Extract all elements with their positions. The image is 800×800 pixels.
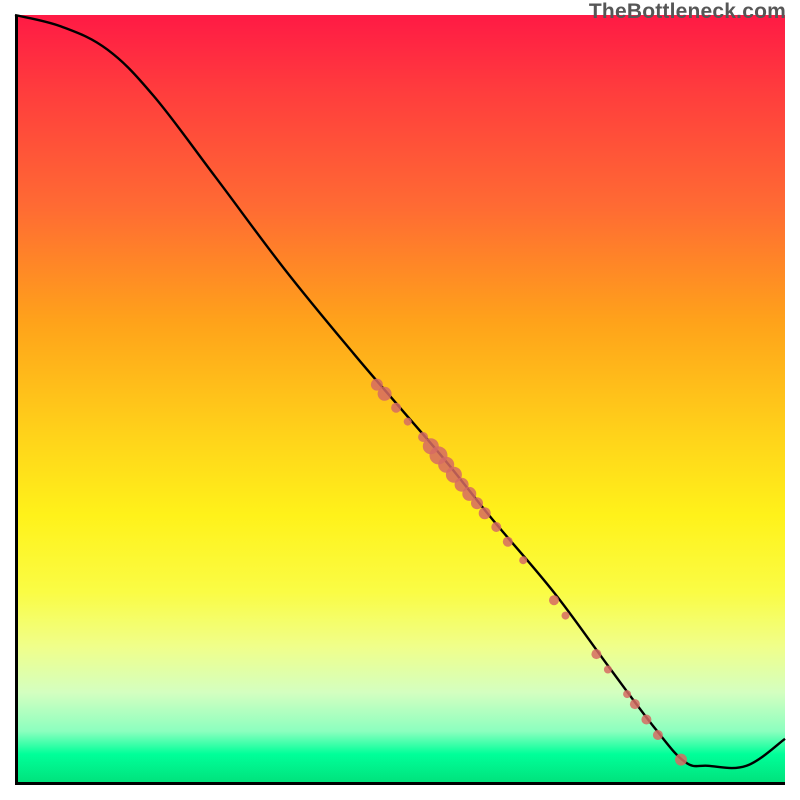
data-marker: [471, 497, 483, 509]
x-axis: [15, 782, 785, 785]
data-marker: [591, 649, 601, 659]
data-marker: [378, 387, 392, 401]
data-marker: [404, 418, 412, 426]
data-marker: [519, 556, 527, 564]
data-marker: [479, 507, 491, 519]
y-axis: [15, 15, 18, 785]
chart-container: TheBottleneck.com: [0, 0, 800, 800]
data-marker: [630, 699, 640, 709]
data-marker: [549, 595, 559, 605]
data-marker: [675, 754, 687, 766]
watermark-text: TheBottleneck.com: [589, 0, 786, 24]
plot-background: [15, 15, 785, 785]
data-marker: [653, 730, 663, 740]
data-marker: [641, 715, 651, 725]
data-marker: [491, 522, 501, 532]
data-marker: [562, 612, 570, 620]
data-marker: [604, 666, 612, 674]
bottleneck-curve: [15, 15, 785, 768]
data-marker: [623, 690, 631, 698]
data-marker: [503, 537, 513, 547]
chart-svg: [15, 15, 785, 785]
data-marker: [391, 403, 401, 413]
